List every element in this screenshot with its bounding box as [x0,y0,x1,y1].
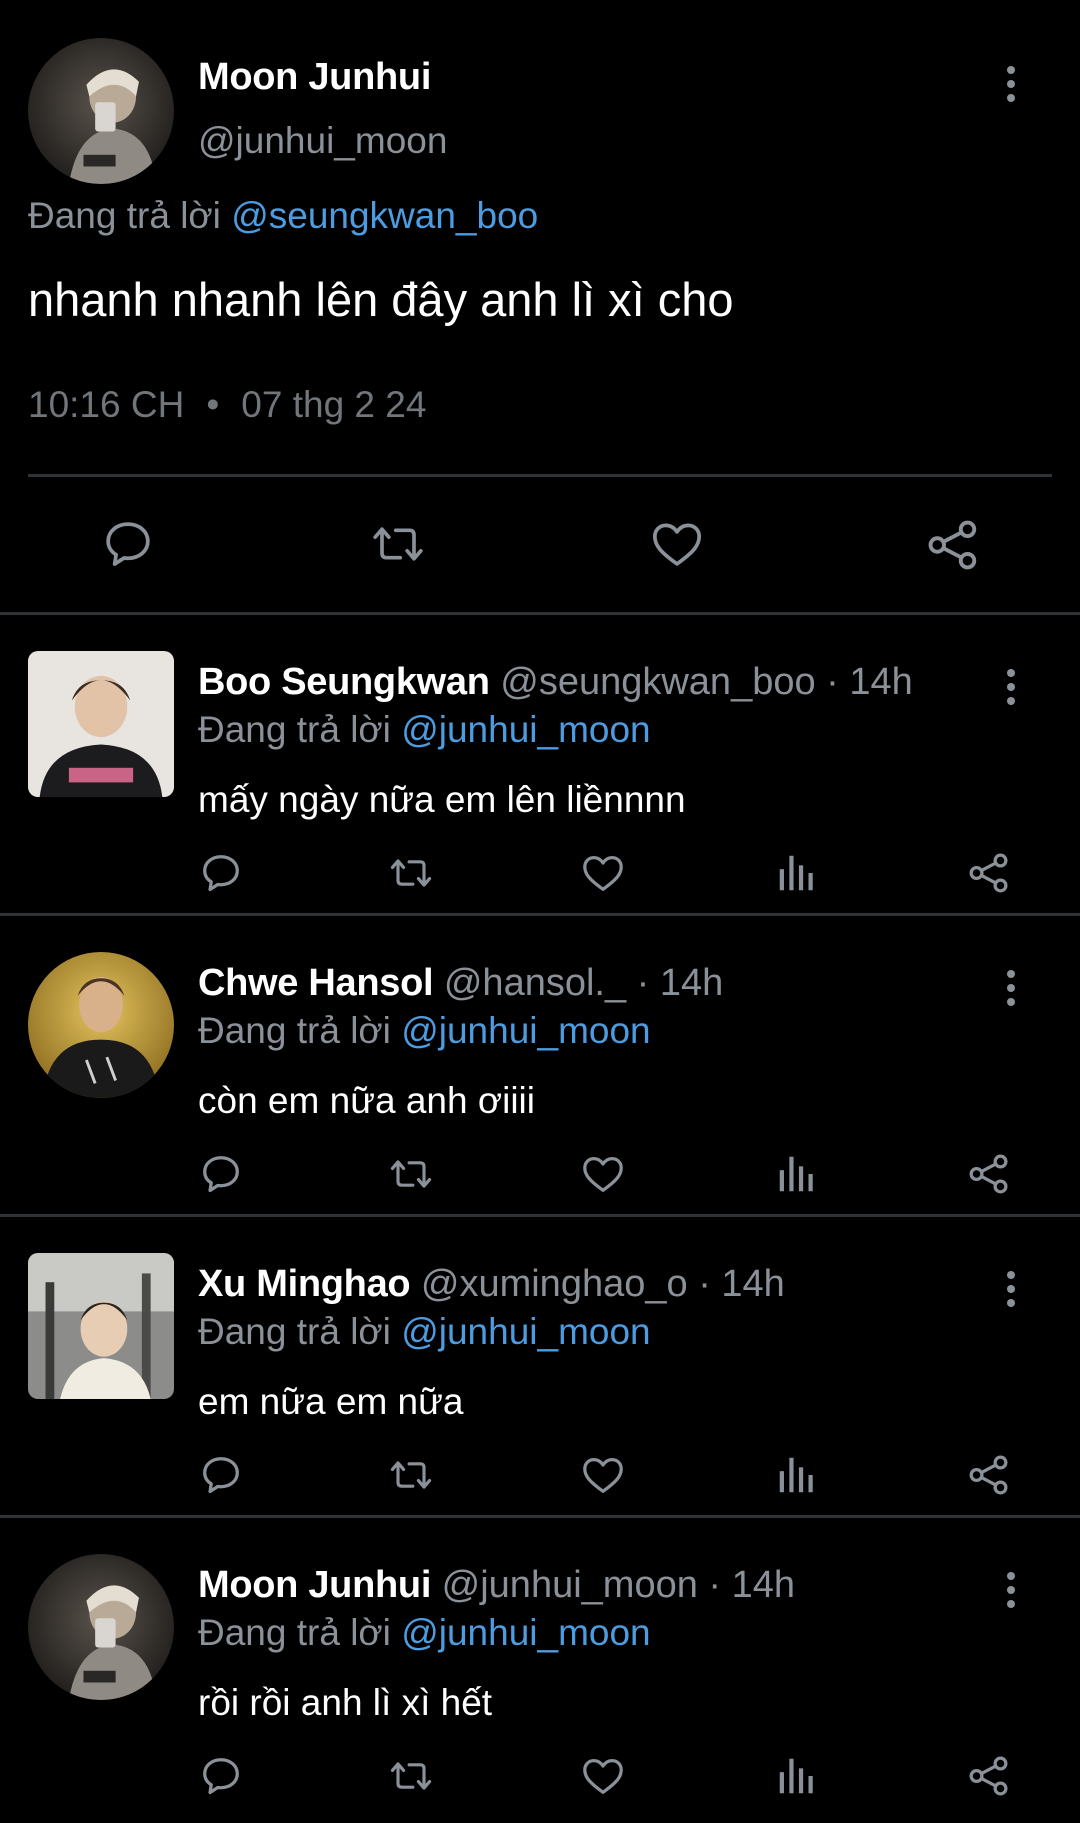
reply-header: Boo Seungkwan @seungkwan_boo · 14h [198,661,913,704]
tweet-text: còn em nữa anh ơiiii [198,1080,535,1121]
reply-icon[interactable] [100,516,156,572]
tweet-text: mấy ngày nữa em lên liềnnnn [198,779,686,820]
like-icon[interactable] [648,516,706,572]
tweet-time: 14h [659,962,724,1004]
tweet-timestamp: 10:16 CH • 07 thg 2 24 [28,384,426,426]
like-icon[interactable] [580,1753,626,1799]
reply-tweet[interactable]: Boo Seungkwan @seungkwan_boo · 14h Đang … [0,615,1080,916]
replying-to: Đang trả lời @junhui_moon [198,1010,651,1052]
reply-icon[interactable] [198,1151,244,1197]
retweet-icon[interactable] [385,1753,437,1799]
author-handle[interactable]: @seungkwan_boo [500,661,815,703]
reply-header: Moon Junhui @junhui_moon · 14h [198,1564,795,1607]
views-icon[interactable] [774,1753,820,1799]
reply-icon[interactable] [198,850,244,896]
author-handle[interactable]: @hansol._ [444,962,626,1004]
avatar[interactable] [28,1253,174,1399]
more-options-icon[interactable] [1004,1269,1018,1309]
meta-separator: · [636,962,650,1004]
share-icon[interactable] [966,1452,1012,1498]
reply-tweet[interactable]: Xu Minghao @xuminghao_o · 14h Đang trả l… [0,1217,1080,1518]
main-tweet: Moon Junhui @junhui_moon Đang trả lời @s… [0,0,1080,615]
author-handle[interactable]: @junhui_moon [198,120,447,162]
author-handle[interactable]: @xuminghao_o [421,1263,688,1305]
reply-icon[interactable] [198,1753,244,1799]
views-icon[interactable] [774,850,820,896]
more-options-icon[interactable] [1004,1570,1018,1610]
avatar[interactable] [28,1554,174,1700]
reply-header: Chwe Hansol @hansol._ · 14h [198,962,723,1005]
replying-to: Đang trả lời @junhui_moon [198,1311,651,1353]
meta-separator: • [206,384,220,425]
reply-tweet[interactable]: Moon Junhui @junhui_moon · 14h Đang trả … [0,1518,1080,1816]
share-icon[interactable] [966,1151,1012,1197]
replying-to-label: Đang trả lời [28,195,221,236]
replying-to-label: Đang trả lời [198,1612,391,1653]
views-icon[interactable] [774,1151,820,1197]
reply-tweet[interactable]: Chwe Hansol @hansol._ · 14h Đang trả lời… [0,916,1080,1217]
author-name[interactable]: Moon Junhui [198,1564,431,1606]
reply-icon[interactable] [198,1452,244,1498]
tweet-time: 14h [849,661,913,703]
avatar[interactable] [28,952,174,1098]
avatar[interactable] [28,651,174,797]
tweet-time: 14h [731,1564,796,1606]
retweet-icon[interactable] [366,516,430,572]
mention-link[interactable]: @junhui_moon [401,709,650,750]
mention-link[interactable]: @junhui_moon [401,1612,650,1653]
retweet-icon[interactable] [385,850,437,896]
replying-to-label: Đang trả lời [198,1311,391,1352]
reply-header: Xu Minghao @xuminghao_o · 14h [198,1263,785,1306]
divider [28,474,1052,477]
more-options-icon[interactable] [1004,968,1018,1008]
share-icon[interactable] [924,516,982,574]
meta-separator: · [708,1564,722,1606]
meta-separator: · [698,1263,711,1305]
author-name[interactable]: Chwe Hansol [198,962,434,1004]
more-options-icon[interactable] [1004,64,1018,104]
replying-to-label: Đang trả lời [198,1010,391,1051]
like-icon[interactable] [580,1151,626,1197]
more-options-icon[interactable] [1004,667,1018,707]
tweet-date: 07 thg 2 24 [241,384,427,425]
share-icon[interactable] [966,1753,1012,1799]
author-handle[interactable]: @junhui_moon [442,1564,698,1606]
mention-link[interactable]: @junhui_moon [401,1311,650,1352]
tweet-text: em nữa em nữa [198,1381,464,1422]
replying-to: Đang trả lời @junhui_moon [198,709,651,751]
retweet-icon[interactable] [385,1452,437,1498]
tweet-text: nhanh nhanh lên đây anh lì xì cho [28,273,734,326]
views-icon[interactable] [774,1452,820,1498]
tweet-time: 10:16 CH [28,384,185,425]
share-icon[interactable] [966,850,1012,896]
retweet-icon[interactable] [385,1151,437,1197]
like-icon[interactable] [580,850,626,896]
like-icon[interactable] [580,1452,626,1498]
author-name[interactable]: Xu Minghao [198,1263,411,1305]
replying-to-label: Đang trả lời [198,709,391,750]
author-name[interactable]: Boo Seungkwan [198,661,490,703]
meta-separator: · [826,661,839,703]
replying-to: Đang trả lời @junhui_moon [198,1612,651,1654]
mention-link[interactable]: @junhui_moon [401,1010,650,1051]
mention-link[interactable]: @seungkwan_boo [231,195,538,236]
author-name[interactable]: Moon Junhui [198,56,431,99]
tweet-time: 14h [721,1263,785,1305]
tweet-text: rồi rồi anh lì xì hết [198,1682,493,1723]
replying-to: Đang trả lời @seungkwan_boo [28,195,538,237]
avatar[interactable] [28,38,174,184]
